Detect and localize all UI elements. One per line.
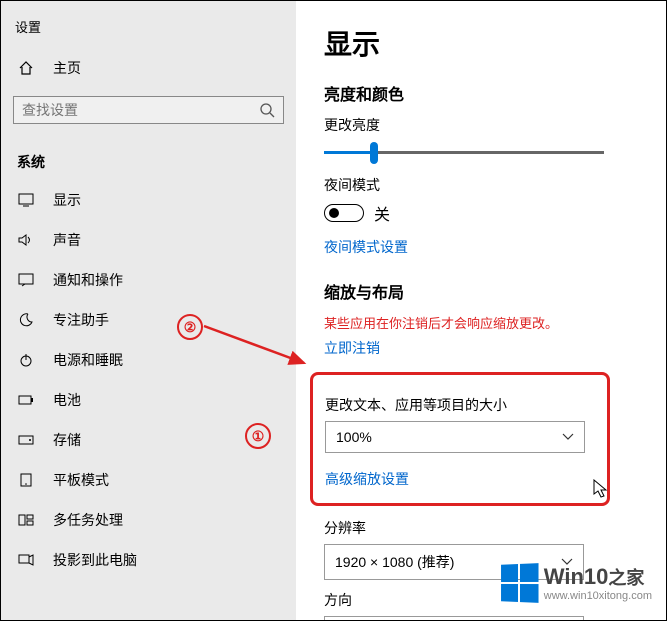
scale-warning: 某些应用在你注销后才会响应缩放更改。 — [324, 313, 638, 332]
app-title: 设置 — [1, 11, 296, 48]
sidebar-item-label: 通知和操作 — [53, 270, 123, 290]
highlight-box: 更改文本、应用等项目的大小 100% 高级缩放设置 — [310, 372, 610, 506]
brightness-slider[interactable] — [324, 141, 604, 165]
resolution-label: 分辨率 — [324, 518, 638, 538]
storage-icon — [17, 431, 35, 449]
sidebar-item-label: 电源和睡眠 — [53, 350, 123, 370]
search-box[interactable] — [13, 96, 284, 124]
night-label: 夜间模式 — [324, 175, 638, 195]
tablet-icon — [17, 471, 35, 489]
sidebar-item-label: 声音 — [53, 230, 81, 250]
sidebar-item-project[interactable]: 投影到此电脑 — [1, 540, 296, 580]
brightness-label: 更改亮度 — [324, 115, 638, 135]
sound-icon — [17, 231, 35, 249]
sidebar-home[interactable]: 主页 — [1, 48, 296, 88]
watermark: Win10之家 www.win10xitong.com — [500, 564, 652, 602]
annotation-2: ② — [177, 314, 203, 340]
sidebar-item-label: 存储 — [53, 430, 81, 450]
notification-icon — [17, 271, 35, 289]
sidebar-item-label: 专注助手 — [53, 310, 109, 330]
sidebar-item-label: 投影到此电脑 — [53, 550, 137, 570]
page-title: 显示 — [324, 23, 638, 63]
signout-link[interactable]: 立即注销 — [324, 338, 380, 358]
resolution-value: 1920 × 1080 (推荐) — [335, 552, 454, 572]
power-icon — [17, 351, 35, 369]
watermark-brand: Win10 — [544, 564, 609, 589]
sidebar-item-tablet[interactable]: 平板模式 — [1, 460, 296, 500]
windows-logo-icon — [501, 563, 538, 603]
sidebar-item-notifications[interactable]: 通知和操作 — [1, 260, 296, 300]
sidebar-item-display[interactable]: 显示 — [1, 180, 296, 220]
sidebar-item-power[interactable]: 电源和睡眠 — [1, 340, 296, 380]
sidebar-item-multitask[interactable]: 多任务处理 — [1, 500, 296, 540]
adv-scale-link[interactable]: 高级缩放设置 — [325, 469, 409, 489]
night-settings-link[interactable]: 夜间模式设置 — [324, 237, 408, 257]
moon-icon — [17, 311, 35, 329]
search-icon — [259, 102, 275, 118]
sidebar: 设置 主页 系统 显示 声音 通知和操作 — [1, 1, 296, 620]
scale-section: 缩放与布局 — [324, 279, 638, 303]
search-input[interactable] — [22, 102, 259, 118]
orientation-select[interactable]: 横向 — [324, 616, 584, 620]
sidebar-item-label: 平板模式 — [53, 470, 109, 490]
battery-icon — [17, 391, 35, 409]
sidebar-item-label: 多任务处理 — [53, 510, 123, 530]
project-icon — [17, 551, 35, 569]
main-content: 显示 亮度和颜色 更改亮度 夜间模式 关 夜间模式设置 缩放与布局 某些应用在你… — [296, 1, 666, 620]
display-icon — [17, 191, 35, 209]
night-toggle[interactable] — [324, 204, 364, 222]
scale-value: 100% — [336, 429, 372, 445]
toggle-state: 关 — [374, 201, 390, 225]
scale-select[interactable]: 100% — [325, 421, 585, 453]
watermark-url: www.win10xitong.com — [544, 590, 652, 602]
sidebar-item-battery[interactable]: 电池 — [1, 380, 296, 420]
sidebar-item-label: 显示 — [53, 190, 81, 210]
chevron-down-icon — [562, 433, 574, 441]
brightness-section: 亮度和颜色 — [324, 81, 638, 105]
annotation-1: ① — [245, 423, 271, 449]
scale-label: 更改文本、应用等项目的大小 — [325, 395, 595, 415]
cursor-icon — [593, 479, 609, 499]
multitask-icon — [17, 511, 35, 529]
sidebar-home-label: 主页 — [53, 58, 81, 78]
home-icon — [17, 59, 35, 77]
sidebar-item-focus[interactable]: 专注助手 — [1, 300, 296, 340]
sidebar-section-title: 系统 — [1, 138, 296, 180]
watermark-suffix: 之家 — [608, 568, 644, 588]
sidebar-item-label: 电池 — [53, 390, 81, 410]
sidebar-item-sound[interactable]: 声音 — [1, 220, 296, 260]
